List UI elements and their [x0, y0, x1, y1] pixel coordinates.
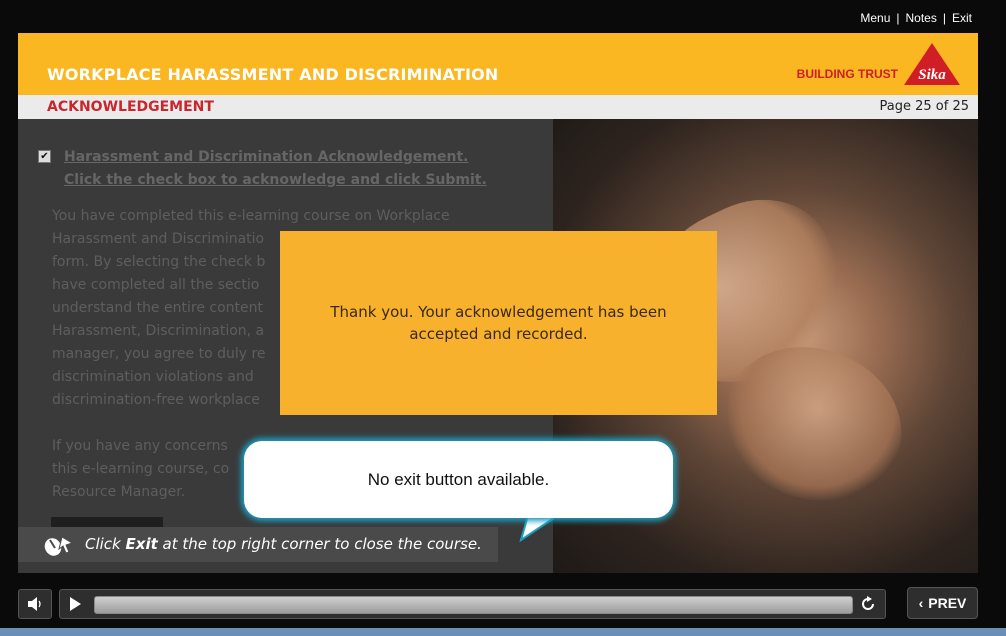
acknowledgement-heading: Harassment and Discrimination Acknowledg…	[64, 146, 514, 192]
sika-logo-icon: Sika	[904, 43, 960, 85]
menu-separator: |	[896, 11, 900, 25]
playback-bar	[59, 589, 886, 619]
ack-heading-line: Harassment and Discrimination Acknowledg…	[64, 149, 469, 165]
replay-icon[interactable]	[859, 595, 877, 613]
para-line: You have completed this e-learning cours…	[52, 208, 450, 224]
course-header: WORKPLACE HARASSMENT AND DISCRIMINATION …	[18, 33, 978, 95]
course-title: WORKPLACE HARASSMENT AND DISCRIMINATION	[47, 65, 499, 84]
mouse-click-icon	[42, 533, 74, 561]
brand: BUILDING TRUST Sika	[797, 41, 962, 87]
exit-link[interactable]: Exit	[952, 11, 972, 25]
exit-hint-text: Click Exit at the top right corner to cl…	[85, 535, 482, 553]
menu-separator: |	[942, 11, 946, 25]
brand-tagline: BUILDING TRUST	[796, 67, 898, 81]
acknowledge-checkbox[interactable]: ✔	[38, 150, 51, 163]
notes-link[interactable]: Notes	[906, 11, 937, 25]
top-menu: Menu | Notes | Exit	[860, 11, 972, 25]
progress-track[interactable]	[94, 596, 853, 614]
volume-button[interactable]	[18, 589, 52, 619]
exit-hint-bold: Exit	[125, 535, 158, 553]
section-title: ACKNOWLEDGEMENT	[47, 99, 214, 115]
player-controls: ‹ PREV	[18, 587, 978, 619]
confirmation-dialog: Thank you. Your acknowledgement has been…	[280, 231, 717, 415]
svg-text:Sika: Sika	[918, 67, 946, 83]
exit-hint-bar: Click Exit at the top right corner to cl…	[18, 527, 498, 562]
os-taskbar	[0, 628, 1006, 636]
play-icon[interactable]	[68, 596, 82, 612]
section-bar: ACKNOWLEDGEMENT Page 25 of 25	[18, 95, 978, 119]
menu-link[interactable]: Menu	[860, 11, 890, 25]
prev-button[interactable]: ‹ PREV	[907, 587, 978, 619]
ack-heading-line: Click the check box to acknowledge and c…	[64, 172, 487, 188]
callout-bubble: No exit button available.	[244, 441, 673, 518]
confirmation-line: Thank you. Your acknowledgement has been	[330, 303, 667, 321]
chevron-left-icon: ‹	[918, 595, 924, 611]
page-counter: Page 25 of 25	[879, 99, 969, 114]
speaker-icon	[28, 597, 41, 611]
confirmation-line: accepted and recorded.	[409, 325, 588, 343]
prev-label: PREV	[928, 595, 967, 611]
